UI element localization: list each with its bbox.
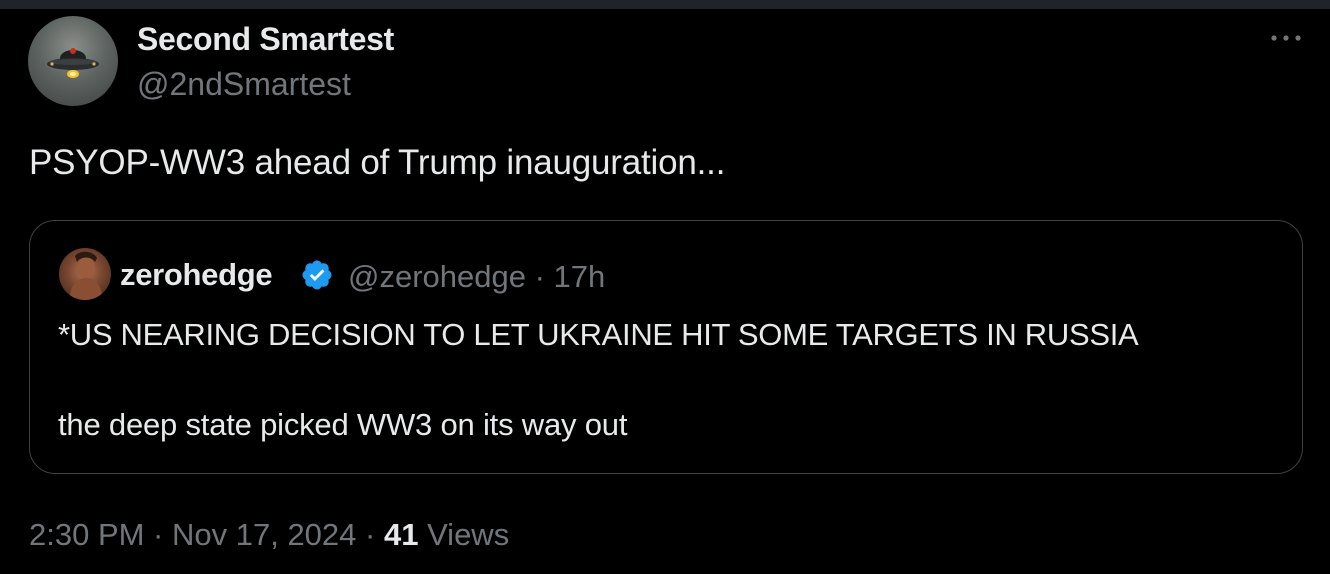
- tweet-text: PSYOP-WW3 ahead of Trump inauguration...: [29, 143, 726, 182]
- tweet-timestamp[interactable]: 2:30 PM · Nov 17, 2024 ·: [29, 517, 384, 552]
- author-handle[interactable]: @2ndSmartest: [137, 66, 351, 103]
- author-display-name[interactable]: Second Smartest: [137, 21, 394, 58]
- views-count: 41: [383, 517, 419, 552]
- quoted-tweet-line-1: *US NEARING DECISION TO LET UKRAINE HIT …: [58, 317, 1139, 352]
- tweet-meta: 2:30 PM · Nov 17, 2024 · 41 Views: [29, 517, 509, 553]
- person-avatar-icon: [69, 251, 103, 300]
- quoted-author-handle-time[interactable]: @zerohedge · 17h: [348, 259, 605, 295]
- top-bar: [0, 0, 1330, 9]
- views-label: Views: [418, 517, 510, 552]
- quoted-author-name[interactable]: zerohedge: [120, 257, 273, 293]
- more-options-icon[interactable]: [1266, 28, 1306, 48]
- author-avatar[interactable]: [28, 16, 118, 106]
- quoted-author-avatar[interactable]: [59, 248, 111, 300]
- ufo-icon: [47, 48, 99, 78]
- quoted-tweet-card[interactable]: zerohedge @zerohedge · 17h *US NEARING D…: [29, 220, 1303, 474]
- quoted-tweet-line-2: the deep state picked WW3 on its way out: [58, 407, 628, 442]
- verified-badge-icon[interactable]: [300, 258, 334, 292]
